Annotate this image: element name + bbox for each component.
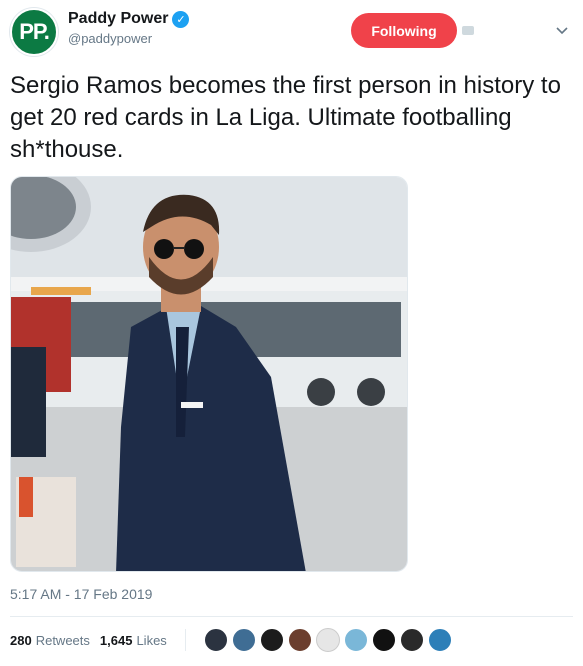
photo-scene [11,177,407,571]
likes-stat[interactable]: 1,645 Likes [100,633,167,648]
card-icon [462,26,474,35]
retweets-stat[interactable]: 280 Retweets [10,633,90,648]
liker-avatar[interactable] [343,628,368,652]
author-handle[interactable]: @paddypower [68,31,189,46]
liker-avatar[interactable] [287,628,312,652]
tweet-photo[interactable] [10,176,408,572]
retweets-count: 280 [10,632,32,648]
author-info: Paddy Power ✓ @paddypower [68,10,190,46]
author-avatar[interactable]: PP. [10,8,58,56]
chevron-down-icon[interactable] [555,24,569,38]
author-name-row[interactable]: Paddy Power ✓ [68,10,190,28]
liker-avatar[interactable] [315,628,340,652]
divider [10,616,573,617]
author-name[interactable]: Paddy Power [68,10,168,28]
likes-count: 1,645 [99,632,133,648]
following-button[interactable]: Following [351,13,457,48]
retweets-label: Retweets [35,632,90,648]
stats-separator [184,629,186,651]
liker-avatars [203,628,452,652]
tweet-header: PP. Paddy Power ✓ @paddypower Following [10,8,573,58]
tweet-stats: 280 Retweets 1,645 Likes [10,622,452,658]
verified-icon: ✓ [172,10,190,28]
liker-avatar[interactable] [399,628,424,652]
liker-avatar[interactable] [259,628,284,652]
liker-avatar[interactable] [231,628,256,652]
liker-avatar[interactable] [371,628,396,652]
liker-avatar[interactable] [427,628,452,652]
tweet-text: Sergio Ramos becomes the first person in… [10,72,561,163]
liker-avatar[interactable] [203,628,228,652]
tweet-timestamp[interactable]: 5:17 AM - 17 Feb 2019 [10,586,152,602]
likes-label: Likes [136,632,167,648]
